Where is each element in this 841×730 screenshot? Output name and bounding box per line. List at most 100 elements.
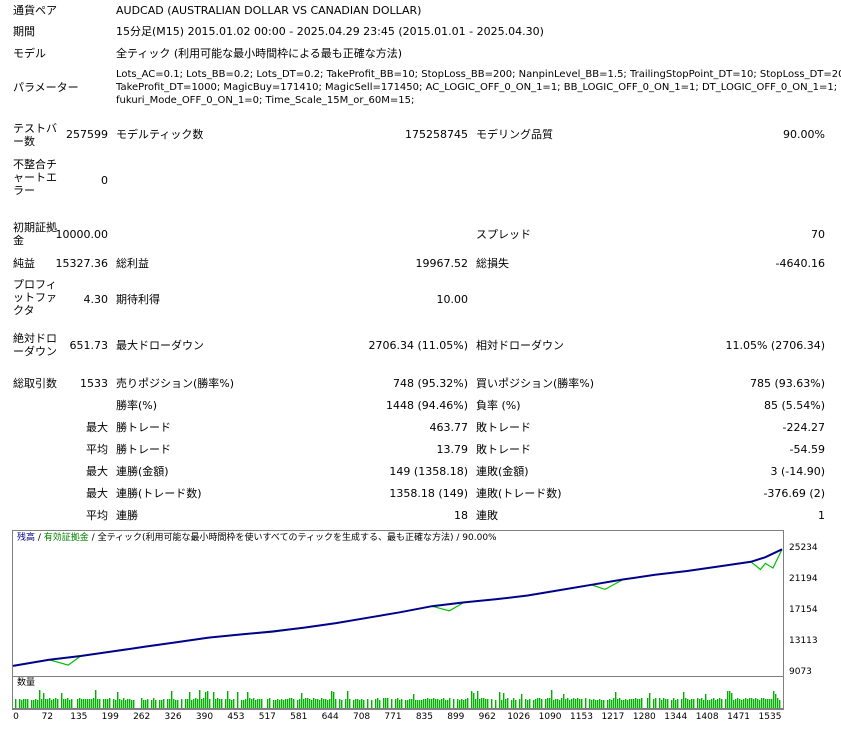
volume-bar: [717, 699, 719, 708]
volume-bar: [107, 699, 109, 708]
volume-bar: [309, 699, 311, 708]
volume-bar: [233, 699, 235, 708]
volume-bar: [607, 700, 609, 708]
volume-bar: [189, 692, 191, 708]
volume-bar: [733, 700, 735, 708]
volume-bar: [575, 699, 577, 708]
volume-bar: [593, 699, 595, 708]
volume-bar: [195, 698, 197, 708]
volume-bar: [413, 694, 415, 708]
volume-bar: [525, 699, 527, 708]
volume-bar: [253, 698, 255, 708]
x-tick-label: 1344: [664, 712, 688, 722]
volume-bar: [129, 699, 131, 708]
volume-bar: [289, 698, 291, 708]
x-tick-label: 390: [195, 712, 214, 722]
volume-bar: [703, 700, 705, 708]
volume-bar: [507, 698, 509, 708]
volume-bar: [701, 698, 703, 708]
y-tick-label: 21194: [789, 574, 818, 585]
volume-bar: [91, 699, 93, 708]
volume-bar: [461, 699, 463, 708]
volume-bar: [329, 699, 331, 708]
volume-bar: [377, 698, 379, 708]
volume-bar: [611, 700, 613, 708]
volume-bar: [689, 700, 691, 708]
volume-bar: [15, 699, 17, 708]
x-tick-label: 1535: [758, 712, 782, 722]
volume-bar: [763, 698, 765, 708]
volume-bar: [491, 699, 493, 708]
volume-bar: [767, 699, 769, 708]
volume-bar: [175, 700, 177, 708]
volume-bar: [655, 698, 657, 708]
chart-legend: 残高 / 有効証拠金 / 全ティック(利用可能な最小時間枠を使いすべてのティック…: [17, 533, 497, 544]
volume-bar: [515, 700, 517, 708]
volume-bar: [305, 698, 307, 708]
volume-bar: [371, 700, 373, 708]
volume-bar: [49, 698, 51, 708]
volume-bar: [241, 700, 243, 708]
x-tick-label: 644: [321, 712, 339, 722]
legend-quality: / 90.00%: [453, 533, 497, 543]
volume-bar: [327, 700, 329, 708]
volume-bar: [511, 700, 513, 708]
volume-bar: [719, 698, 721, 708]
volume-bar: [79, 698, 81, 708]
volume-bar: [349, 699, 351, 708]
volume-bar: [81, 699, 83, 708]
volume-bar: [141, 698, 143, 708]
volume-bar: [245, 699, 247, 708]
volume-bar: [119, 699, 121, 708]
volume-bar: [573, 698, 575, 708]
volume-bar: [777, 698, 779, 708]
volume-bar: [559, 700, 561, 708]
volume-bar: [591, 700, 593, 708]
volume-bar: [687, 699, 689, 708]
volume-bar: [105, 699, 107, 708]
volume-bar: [729, 691, 731, 708]
volume-bar: [321, 698, 323, 708]
volume-bar: [463, 700, 465, 708]
volume-bar: [151, 700, 153, 708]
volume-bar: [177, 700, 179, 708]
volume-bar: [709, 700, 711, 708]
volume-bar: [617, 699, 619, 708]
x-tick-label: 326: [164, 712, 182, 722]
volume-bar: [335, 699, 337, 708]
volume-bar: [287, 699, 289, 708]
volume-bar: [599, 699, 601, 708]
volume-bar: [355, 699, 357, 708]
volume-bar: [677, 699, 679, 708]
volume-bar: [143, 700, 145, 708]
x-tick-label: 72: [41, 712, 54, 722]
volume-bar: [769, 699, 771, 708]
volume-bar: [71, 699, 73, 708]
volume-bar: [77, 699, 79, 708]
volume-bar: [621, 700, 623, 708]
volume-bar: [99, 699, 101, 708]
volume-bar: [595, 700, 597, 708]
volume-bar: [399, 700, 401, 708]
volume-bar: [185, 699, 187, 708]
volume-bar: [375, 699, 377, 708]
volume-bar: [567, 698, 569, 708]
volume-bar: [147, 699, 149, 708]
volume-bar: [383, 698, 385, 708]
volume-bar: [41, 699, 43, 708]
volume-bar: [421, 700, 423, 708]
volume-bar: [541, 699, 543, 708]
volume-bar: [367, 699, 369, 708]
volume-bar: [51, 700, 53, 708]
volume-bar: [467, 698, 469, 708]
volume-bar: [247, 692, 249, 708]
volume-bar: [667, 699, 669, 708]
volume-bar: [639, 699, 641, 708]
volume-bar: [325, 699, 327, 708]
volume-bar: [357, 699, 359, 708]
volume-bar: [123, 698, 125, 708]
volume-bar: [691, 699, 693, 708]
volume-bar: [547, 698, 549, 708]
volume-bar: [391, 699, 393, 708]
volume-bar: [539, 698, 541, 708]
